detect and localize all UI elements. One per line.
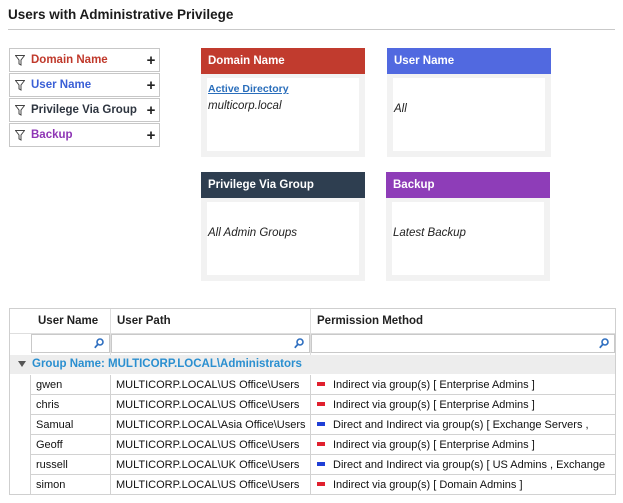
search-icon[interactable]: [94, 338, 104, 349]
cell-user-name: chris: [30, 395, 110, 414]
card-privilege-via-group[interactable]: Privilege Via Group All Admin Groups: [201, 172, 365, 281]
cell-user-path: MULTICORP.LOCAL\US Office\Users: [110, 375, 310, 394]
card-link-active-directory[interactable]: Active Directory: [208, 83, 358, 95]
cell-permission-method: Direct and Indirect via group(s) [ US Ad…: [310, 455, 615, 474]
permission-method-text: Indirect via group(s) [ Enterprise Admin…: [333, 439, 535, 451]
card-backup[interactable]: Backup Latest Backup: [386, 172, 550, 281]
title-divider: [8, 29, 615, 30]
card-title: Domain Name: [201, 48, 365, 74]
add-filter-icon[interactable]: +: [143, 53, 159, 68]
column-header-permission-method[interactable]: Permission Method: [317, 309, 423, 333]
cell-user-path: MULTICORP.LOCAL\UK Office\Users: [110, 455, 310, 474]
filter-privilege-via-group[interactable]: Privilege Via Group +: [9, 98, 160, 122]
group-label: Group Name: MULTICORP.LOCAL\Administrato…: [32, 358, 302, 370]
table-row[interactable]: chris MULTICORP.LOCAL\US Office\Users In…: [30, 395, 615, 415]
cell-user-name: gwen: [30, 375, 110, 394]
cell-user-path: MULTICORP.LOCAL\Asia Office\Users: [110, 415, 310, 434]
funnel-icon: [15, 79, 25, 91]
cell-user-path: MULTICORP.LOCAL\US Office\Users: [110, 395, 310, 414]
cell-permission-method: Indirect via group(s) [ Domain Admins ]: [310, 475, 615, 494]
card-value: All: [394, 103, 407, 115]
permission-type-marker: [317, 442, 325, 447]
column-header-user-name[interactable]: User Name: [38, 309, 98, 333]
permission-method-text: Indirect via group(s) [ Enterprise Admin…: [333, 379, 535, 391]
cell-user-name: Geoff: [30, 435, 110, 454]
filter-label: Privilege Via Group: [31, 104, 137, 116]
permission-type-marker: [317, 382, 325, 387]
permission-method-text: Indirect via group(s) [ Domain Admins ]: [333, 479, 523, 491]
filter-label: Domain Name: [31, 54, 108, 66]
table-row[interactable]: gwen MULTICORP.LOCAL\US Office\Users Ind…: [30, 375, 615, 395]
cell-user-path: MULTICORP.LOCAL\US Office\Users: [110, 475, 310, 494]
results-grid: User Name User Path Permission Method Gr…: [9, 308, 616, 495]
search-icon[interactable]: [599, 338, 609, 349]
card-body: All: [393, 78, 545, 151]
cell-user-path: MULTICORP.LOCAL\US Office\Users: [110, 435, 310, 454]
table-row[interactable]: russell MULTICORP.LOCAL\UK Office\Users …: [30, 455, 615, 475]
cell-user-name: russell: [30, 455, 110, 474]
card-body: Active Directory multicorp.local: [207, 78, 359, 151]
filter-input-user-name[interactable]: [31, 334, 110, 353]
filter-domain-name[interactable]: Domain Name +: [9, 48, 160, 72]
filter-user-name[interactable]: User Name +: [9, 73, 160, 97]
page-title: Users with Administrative Privilege: [8, 7, 234, 22]
collapse-triangle-icon[interactable]: [18, 361, 26, 367]
permission-method-text: Direct and Indirect via group(s) [ Excha…: [333, 419, 589, 431]
permission-type-marker: [317, 402, 325, 407]
add-filter-icon[interactable]: +: [143, 78, 159, 93]
filter-label: Backup: [31, 129, 73, 141]
funnel-icon: [15, 54, 25, 66]
funnel-icon: [15, 129, 25, 141]
permission-type-marker: [317, 422, 325, 427]
cell-user-name: simon: [30, 475, 110, 494]
add-filter-icon[interactable]: +: [143, 128, 159, 143]
cell-permission-method: Direct and Indirect via group(s) [ Excha…: [310, 415, 615, 434]
permission-type-marker: [317, 462, 325, 467]
card-body: Latest Backup: [392, 202, 544, 275]
group-row[interactable]: Group Name: MULTICORP.LOCAL\Administrato…: [10, 355, 615, 374]
filter-backup[interactable]: Backup +: [9, 123, 160, 147]
card-title: Backup: [386, 172, 550, 198]
cell-permission-method: Indirect via group(s) [ Enterprise Admin…: [310, 435, 615, 454]
permission-method-text: Direct and Indirect via group(s) [ US Ad…: [333, 459, 606, 471]
card-user-name[interactable]: User Name All: [387, 48, 551, 157]
card-domain-name[interactable]: Domain Name Active Directory multicorp.l…: [201, 48, 365, 157]
card-title: User Name: [387, 48, 551, 74]
card-title: Privilege Via Group: [201, 172, 365, 198]
filter-list: Domain Name + User Name + Privilege Via …: [9, 48, 160, 148]
table-row[interactable]: Geoff MULTICORP.LOCAL\US Office\Users In…: [30, 435, 615, 455]
cell-permission-method: Indirect via group(s) [ Enterprise Admin…: [310, 375, 615, 394]
filter-input-user-path[interactable]: [111, 334, 310, 353]
cell-user-name: Samual: [30, 415, 110, 434]
table-row[interactable]: Samual MULTICORP.LOCAL\Asia Office\Users…: [30, 415, 615, 435]
card-value: All Admin Groups: [208, 227, 298, 239]
permission-type-marker: [317, 482, 325, 487]
filter-label: User Name: [31, 79, 92, 91]
column-header-user-path[interactable]: User Path: [117, 309, 171, 333]
card-body: All Admin Groups: [207, 202, 359, 275]
cell-permission-method: Indirect via group(s) [ Enterprise Admin…: [310, 395, 615, 414]
card-value: multicorp.local: [208, 100, 282, 112]
filter-input-permission-method[interactable]: [311, 334, 615, 353]
permission-method-text: Indirect via group(s) [ Enterprise Admin…: [333, 399, 535, 411]
search-icon[interactable]: [294, 338, 304, 349]
table-row[interactable]: simon MULTICORP.LOCAL\US Office\Users In…: [30, 475, 615, 495]
add-filter-icon[interactable]: +: [143, 103, 159, 118]
funnel-icon: [15, 104, 25, 116]
card-value: Latest Backup: [393, 227, 466, 239]
